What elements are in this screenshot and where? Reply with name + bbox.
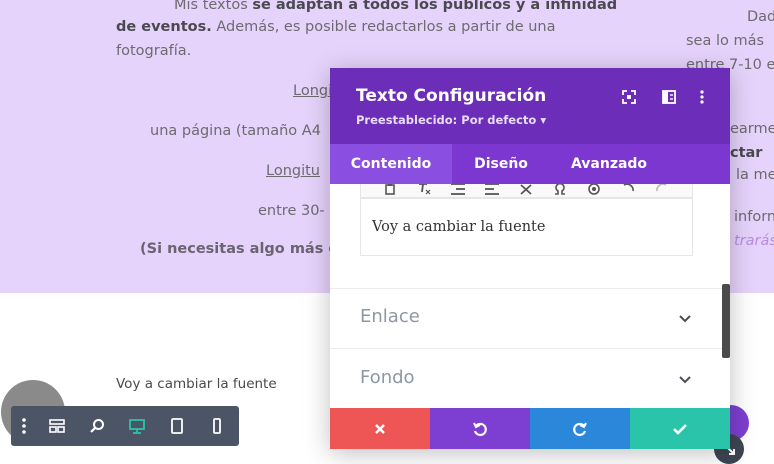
redo-icon — [573, 422, 587, 436]
bg-right-line-4: earme — [730, 121, 774, 137]
module-text-preview[interactable]: Voy a cambiar la fuente — [116, 376, 277, 392]
chevron-down-icon[interactable] — [675, 309, 695, 329]
modal-header[interactable]: Texto Configuración Preestablecido: Por … — [330, 68, 730, 144]
split-view-icon[interactable] — [659, 87, 679, 107]
builder-toolbar — [11, 406, 239, 446]
section-divider — [330, 288, 730, 289]
save-button[interactable] — [630, 408, 730, 449]
wireframe-icon[interactable] — [37, 406, 77, 446]
dots-vertical-icon[interactable] — [11, 406, 37, 446]
modal-title: Texto Configuración — [356, 86, 547, 106]
target-icon[interactable] — [577, 184, 611, 197]
modal-scrollbar[interactable] — [722, 284, 730, 358]
more-options-icon[interactable] — [692, 87, 712, 107]
bg-link-length-2[interactable]: Longitu — [266, 160, 320, 182]
bg-right-line-6: la me — [736, 167, 774, 183]
editor-toolbar — [360, 184, 693, 198]
bg-right-line-5: ctar — [730, 145, 763, 161]
phone-view-icon[interactable] — [197, 406, 237, 446]
modal-tabs: Contenido Diseño Avanzado — [330, 144, 730, 184]
undo-editor-icon[interactable] — [611, 184, 645, 197]
bg-text-line-8: (Si necesitas algo más e — [140, 241, 339, 257]
bg-right-line-7: inforn — [734, 209, 774, 225]
preset-selector[interactable]: Preestablecido: Por defecto ▾ — [356, 113, 546, 127]
bg-link-length-1[interactable]: Longi — [293, 80, 332, 102]
tab-contenido[interactable]: Contenido — [330, 144, 452, 184]
zoom-icon[interactable] — [77, 406, 117, 446]
redo-button[interactable] — [530, 408, 630, 449]
bg-right-line-2: sea lo más — [686, 33, 765, 49]
expand-icon[interactable] — [509, 184, 543, 197]
bg-text-line-3: fotografía. — [116, 43, 192, 59]
outdent-icon[interactable] — [441, 184, 475, 197]
redo-editor-icon[interactable] — [645, 184, 679, 197]
text-settings-modal: Texto Configuración Preestablecido: Por … — [330, 68, 730, 449]
modal-body: Voy a cambiar la fuente Enlace Fondo — [330, 184, 730, 408]
special-char-icon[interactable] — [543, 184, 577, 197]
tab-avanzado[interactable]: Avanzado — [550, 144, 668, 184]
indent-icon[interactable] — [475, 184, 509, 197]
tablet-view-icon[interactable] — [157, 406, 197, 446]
fullscreen-icon[interactable] — [619, 87, 639, 107]
section-divider — [330, 348, 730, 349]
modal-footer — [330, 408, 730, 449]
section-enlace-label[interactable]: Enlace — [360, 306, 420, 327]
paste-icon[interactable] — [373, 184, 407, 197]
bg-text-line-2: de eventos. Además, es posible redactarl… — [116, 19, 556, 35]
close-icon — [375, 423, 385, 434]
editor-content[interactable]: Voy a cambiar la fuente — [372, 219, 545, 235]
clear-format-icon[interactable] — [407, 184, 441, 197]
cancel-button[interactable] — [330, 408, 430, 449]
bg-text-line-7: entre 30- — [258, 203, 325, 219]
bg-right-line-8: trarás — [734, 233, 774, 249]
bg-right-line-1: Dad — [747, 9, 774, 25]
section-fondo-label[interactable]: Fondo — [360, 367, 415, 388]
text-editor[interactable]: Voy a cambiar la fuente — [360, 198, 693, 256]
bg-text-line-5: una página (tamaño A4 — [150, 123, 321, 139]
tab-diseno[interactable]: Diseño — [452, 144, 550, 184]
undo-icon — [473, 422, 487, 436]
desktop-view-icon[interactable] — [117, 406, 157, 446]
check-icon — [673, 423, 687, 435]
undo-button[interactable] — [430, 408, 530, 449]
chevron-down-icon[interactable] — [675, 370, 695, 390]
bg-text-line-1: Mis textos se adaptan a todos los públic… — [174, 0, 618, 13]
